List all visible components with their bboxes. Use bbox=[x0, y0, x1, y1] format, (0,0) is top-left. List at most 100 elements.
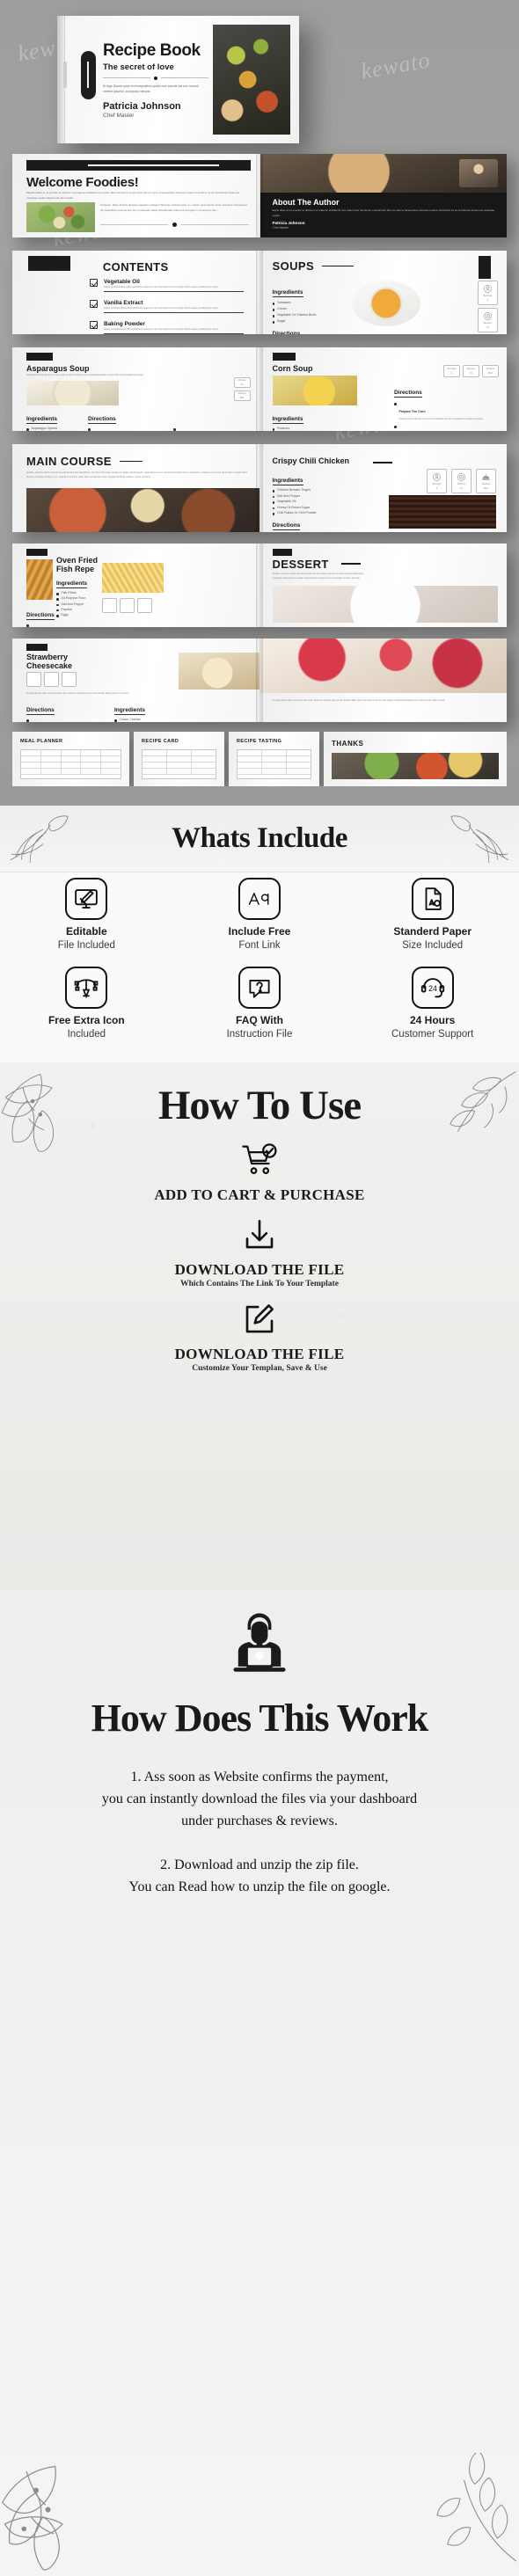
corner-block bbox=[272, 549, 292, 556]
cover-spine-tab bbox=[63, 62, 67, 88]
list-item: Honey Or Brown Sugar bbox=[272, 506, 369, 509]
recipe-chip-group: Minutes 15 Method Boil bbox=[233, 377, 251, 401]
welcome-divider bbox=[100, 223, 249, 227]
spread-contents: CONTENTS Vegetable Oil Itaque qui bldoen… bbox=[12, 251, 507, 334]
checkbox-icon[interactable] bbox=[90, 321, 98, 330]
asparagus-lower: Ingredients Asparagus Spears Heavy Cream… bbox=[26, 409, 251, 431]
feature-line1: Include Free bbox=[228, 925, 291, 938]
page-strawberry: Fis equi aut fel vilam estoruimi dite, q… bbox=[260, 639, 507, 722]
fish-directions-col: Directions Prepare The Fish Pariae aut a… bbox=[26, 605, 91, 627]
step-line1: DOWNLOAD THE FILE bbox=[174, 1346, 345, 1362]
directions-heading: Directions bbox=[26, 612, 55, 620]
ingredients-heading: Ingredients bbox=[114, 707, 146, 715]
feature-line1: 24 Hours bbox=[409, 1014, 456, 1026]
work-icon-wrap bbox=[0, 1591, 519, 1692]
book-cover-mockup: Recipe Book The secret of love Et fuga. … bbox=[57, 16, 299, 143]
page-soups: SOUPS Ingredients Tomatoes Cream Vegetab… bbox=[260, 251, 507, 335]
directions-list: Prepare The Corn Pariae aut aut ode ille… bbox=[394, 401, 498, 431]
chip-label: Method bbox=[238, 392, 246, 396]
chip-minutes: Minutes 15 bbox=[478, 308, 498, 332]
cover-lorem: Et fuga. Buscis quod mod magnatibus quat… bbox=[103, 84, 199, 94]
corn-title: Corn Soup bbox=[272, 364, 313, 373]
ingredients-heading: Ingredients bbox=[272, 289, 303, 297]
about-author-title: About The Author bbox=[272, 198, 340, 207]
dessert-body: Quditte. Acestos volore serenid est edit… bbox=[272, 573, 363, 580]
corn-directions-col: Directions Prepare The Corn Pariae aut a… bbox=[394, 383, 498, 431]
flower-decoration-icon bbox=[1, 1073, 55, 1152]
fries-photo bbox=[102, 563, 164, 593]
support-24-icon: 24 bbox=[411, 967, 454, 1009]
page-fish: Oven Fried Fish Repe Ingredients Fish Fi… bbox=[12, 544, 260, 627]
page-crispy-chicken: Crispy Chili Chicken Ingredients Chicken… bbox=[260, 444, 507, 532]
list-item: Prepare The Fish Pariae aut aut ode ille… bbox=[26, 623, 91, 627]
feature-line1: Standerd Paper bbox=[393, 925, 472, 938]
leaf-decoration-icon bbox=[450, 815, 509, 864]
checkbox-icon[interactable] bbox=[90, 300, 98, 309]
thanks-title: THANKS bbox=[332, 740, 364, 748]
whats-include-section: Whats Include Editable File Included Inc… bbox=[0, 806, 519, 1062]
page-contents: CONTENTS Vegetable Oil Itaque qui bldoen… bbox=[12, 251, 260, 334]
dessert-photo bbox=[272, 586, 498, 623]
cover-author: Patricia Johnson bbox=[103, 101, 181, 113]
spread-planner-row: MEAL PLANNER RECIPE CARD RECIPE TASTING bbox=[12, 732, 507, 786]
direction-label: Prepare The Corn bbox=[398, 410, 426, 413]
chicken-title: Crispy Chili Chicken bbox=[272, 456, 350, 465]
feature-line2: File Included bbox=[57, 940, 115, 951]
monitor-pencil-icon bbox=[65, 878, 108, 920]
cheesecake-lower: Directions Make The Cheesecake Pariae au… bbox=[26, 700, 251, 722]
checkbox-icon[interactable] bbox=[90, 279, 98, 287]
chip-label: Servings bbox=[447, 368, 457, 371]
chip-label: Minutes bbox=[466, 368, 476, 371]
ingredient-label: Cream bbox=[277, 307, 287, 310]
list-item: All-Purpose Flour bbox=[56, 596, 97, 601]
thanks-photo bbox=[332, 753, 499, 779]
about-author-role: Chef Master bbox=[272, 226, 289, 230]
feature-line2: Customer Support bbox=[391, 1029, 474, 1040]
recipe-tasting-title: RECIPE TASTING bbox=[237, 739, 282, 744]
recipe-tasting-table bbox=[237, 749, 311, 779]
feature-support: 24 24 Hours Customer Support bbox=[346, 967, 519, 1040]
list-item[interactable]: Vegetable Oil Itaque qui bldoentbori off… bbox=[90, 279, 244, 293]
directions-heading: Directions bbox=[26, 707, 55, 715]
table-row bbox=[238, 750, 311, 756]
list-item: Prepare The Asparagus Pariae aut aut ode… bbox=[88, 427, 164, 431]
chip-servings: Servings 3 bbox=[478, 281, 498, 305]
leaf-branch-decoration-icon bbox=[436, 2453, 517, 2562]
directions-heading: Directions bbox=[273, 331, 301, 335]
ingredient-label: Chicken Breasts Thighs bbox=[277, 488, 311, 492]
welcome-title: Welcome Foodies! bbox=[26, 175, 139, 190]
list-item: Cook The Soup Pariae aut aut ode ille eu… bbox=[173, 427, 250, 431]
list-item: Chili Flakes Or Chili Powder bbox=[272, 511, 369, 515]
how-to-use-section: How To Use ADD TO CART & PURCHASE DOWNLO… bbox=[0, 1062, 519, 1591]
chip-method: Method Boil bbox=[482, 365, 499, 377]
spread-fish-dessert: Oven Fried Fish Repe Ingredients Fish Fi… bbox=[12, 544, 507, 627]
cheesecake-title: Strawberry Cheesecake bbox=[26, 653, 73, 671]
ingredient-label: Vegetable Oil bbox=[277, 500, 296, 503]
step-line1: ADD TO CART & PURCHASE bbox=[154, 1186, 365, 1203]
list-item: Make The Cheesecake Pariae aut aut ode i… bbox=[26, 718, 104, 722]
about-author-body: Equis dolor et us exerato te dolorem ra … bbox=[272, 208, 495, 217]
ingredients-list: Tomatoes Cream Vegetable Or Chicken Brot… bbox=[272, 301, 348, 324]
list-item[interactable]: Vanilla Extract Itaque qui bldoentbori o… bbox=[90, 300, 244, 314]
cover-divider bbox=[103, 76, 208, 80]
feature-faq: FAQ With Instruction File bbox=[173, 967, 347, 1040]
feature-paper: Standerd Paper Size Included bbox=[346, 878, 519, 951]
step-line2: Customize Your Templan, Save & Use bbox=[192, 1364, 327, 1373]
page-recipe-card: RECIPE CARD bbox=[134, 732, 224, 786]
spread-soups-detail: Asparagus Soup Fuibusia moloristi dit au… bbox=[12, 347, 507, 431]
page-cheesecake: Strawberry Cheesecake Fis equi aut fel v… bbox=[12, 639, 260, 722]
page-recipe-tasting: RECIPE TASTING bbox=[229, 732, 319, 786]
chip-label: Method bbox=[486, 368, 494, 371]
corner-block bbox=[272, 353, 296, 361]
soup-photo bbox=[351, 281, 420, 326]
table-row bbox=[143, 750, 216, 756]
chip-value: 15 bbox=[486, 325, 489, 329]
soups-text-col: Ingredients Tomatoes Cream Vegetable Or … bbox=[272, 282, 348, 335]
chip-minutes: Minutes 15 bbox=[233, 377, 251, 388]
person-laptop-icon bbox=[233, 1613, 286, 1672]
chip-minutes: Minutes 15 bbox=[451, 469, 471, 493]
page-main-course: MAIN COURSE Quditte. Acestos volore sere… bbox=[12, 444, 260, 532]
list-item: Vegetable Or Chicken Broth bbox=[272, 313, 348, 317]
list-item[interactable]: Baking Powder Itaque qui bldoentbori off… bbox=[90, 321, 244, 334]
page-about-author: About The Author Equis dolor et us exera… bbox=[260, 154, 507, 237]
